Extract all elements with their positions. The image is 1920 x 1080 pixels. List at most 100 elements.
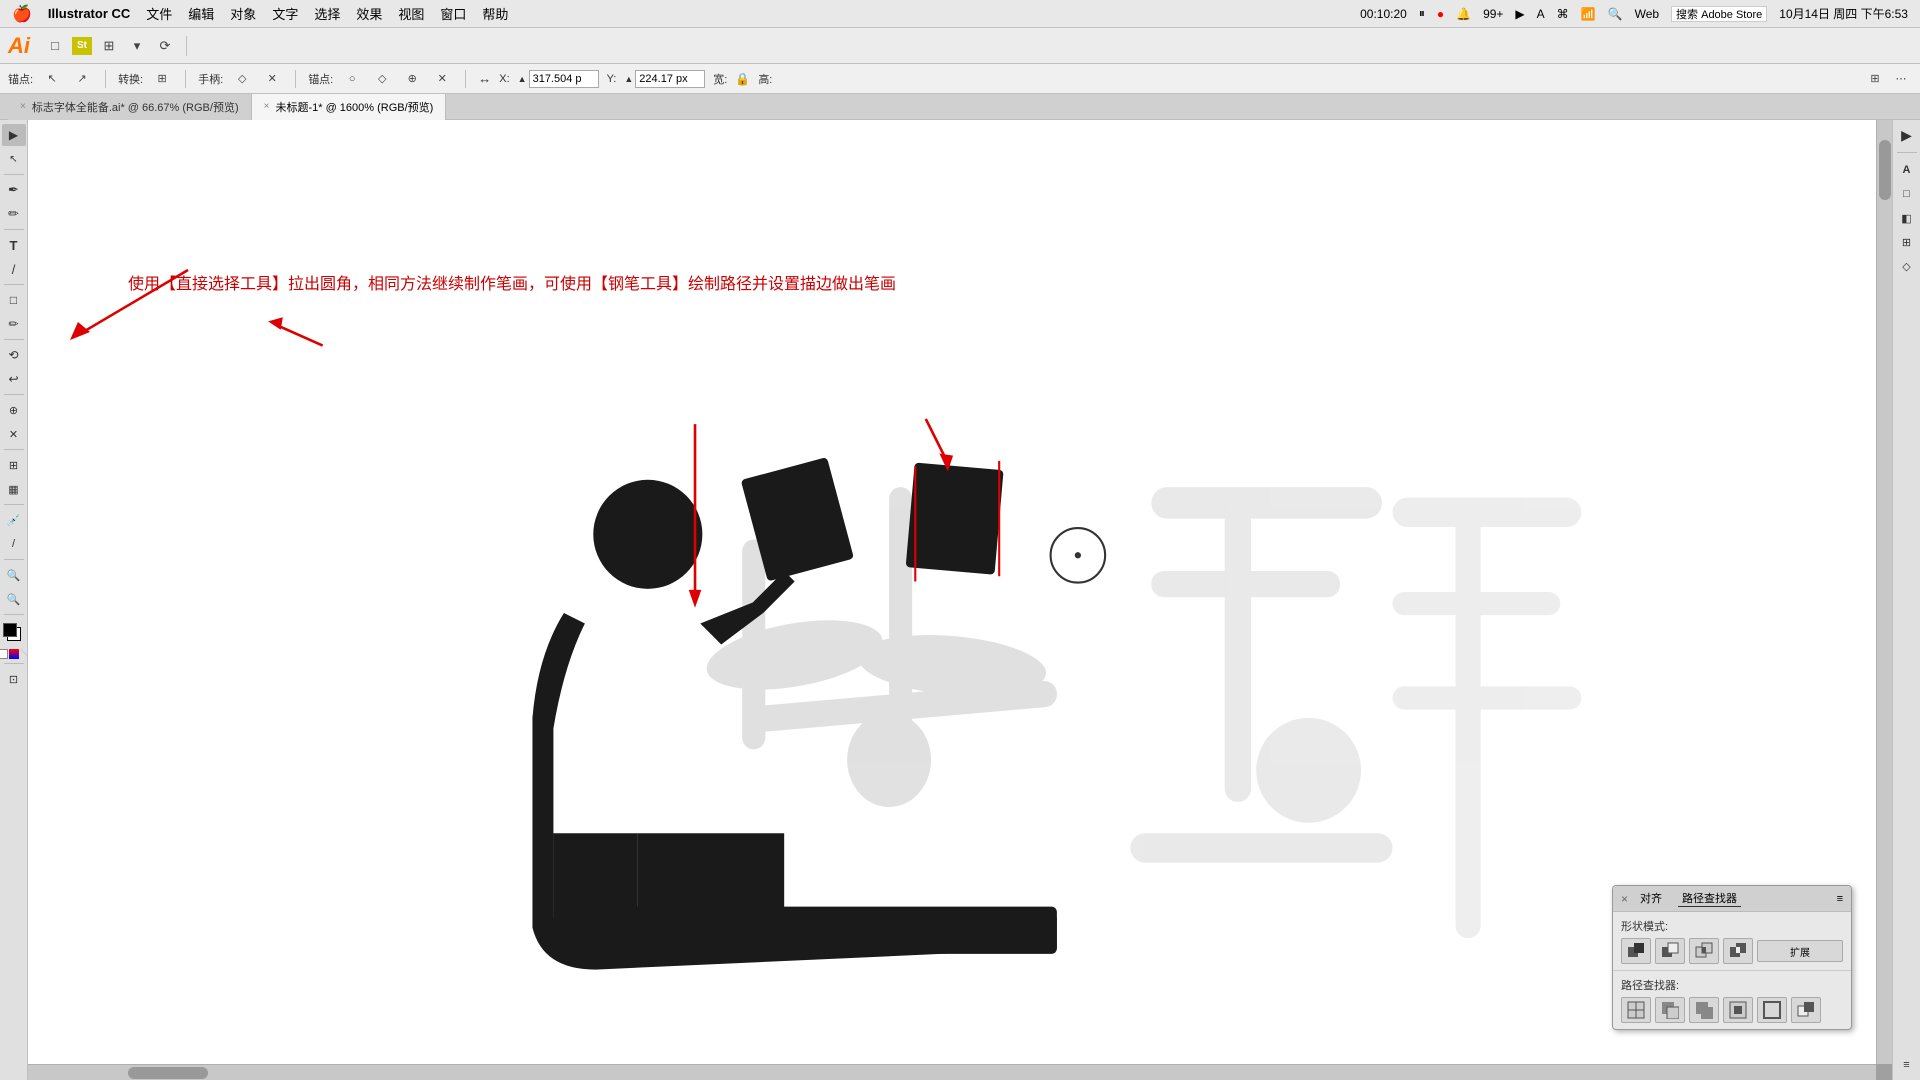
divide-btn[interactable]	[1621, 997, 1651, 1023]
x-up-arrow[interactable]: ▲	[518, 74, 527, 84]
tool-free-transform[interactable]: ✕	[2, 423, 26, 445]
menu-edit[interactable]: 编辑	[188, 4, 214, 23]
panel-tab-align[interactable]: 对齐	[1636, 890, 1666, 907]
right-panel-icon-3[interactable]: ⊞	[1895, 231, 1919, 253]
tool-pencil[interactable]: ✏	[2, 313, 26, 335]
y-field: ▲	[624, 70, 705, 88]
anchor-icon-2[interactable]: ↗	[71, 68, 93, 90]
fill-stroke-swatches[interactable]	[3, 623, 25, 645]
right-panel-a[interactable]: A	[1895, 159, 1919, 181]
no-fill-icon[interactable]	[0, 649, 8, 659]
point-icon-4[interactable]: ✕	[431, 68, 453, 90]
panel-tab-pathfinder[interactable]: 路径查找器	[1678, 890, 1741, 907]
menu-file[interactable]: 文件	[146, 4, 172, 23]
shape-mode-buttons: 扩展	[1621, 938, 1843, 964]
panel-close-btn[interactable]: ×	[1621, 892, 1628, 906]
tool-direct-select[interactable]: ↖	[2, 148, 26, 170]
tab-2[interactable]: × 未标题-1* @ 1600% (RGB/预览)	[252, 94, 447, 120]
opt-sep-2	[185, 70, 186, 88]
handle-icon-1[interactable]: ◇	[231, 68, 253, 90]
right-panel-collapse[interactable]: ▶	[1895, 124, 1919, 146]
tool-chart[interactable]: ▦	[2, 478, 26, 500]
tool-zoom[interactable]: 🔍	[2, 564, 26, 586]
menu-select[interactable]: 选择	[314, 4, 340, 23]
tool-line[interactable]: /	[2, 258, 26, 280]
tool-pen-alt[interactable]: ✏	[2, 203, 26, 225]
tool-measure[interactable]: /	[2, 533, 26, 555]
tool-rotate[interactable]: ⟲	[2, 344, 26, 366]
x-field: ▲	[518, 70, 599, 88]
align-options-icon[interactable]: ⊞	[1864, 68, 1886, 90]
menu-object[interactable]: 对象	[230, 4, 256, 23]
gradient-icon[interactable]	[9, 649, 19, 659]
intersect-btn[interactable]	[1689, 938, 1719, 964]
exclude-btn[interactable]	[1723, 938, 1753, 964]
minus-front-btn[interactable]	[1655, 938, 1685, 964]
type-indicator: A	[1537, 7, 1545, 21]
x-input[interactable]	[529, 70, 599, 88]
web-label[interactable]: Web	[1635, 7, 1659, 21]
minus-back-btn[interactable]	[1791, 997, 1821, 1023]
transform-icon[interactable]: ⊞	[151, 68, 173, 90]
y-input[interactable]	[635, 70, 705, 88]
search-input-menubar[interactable]: 搜索 Adobe Store	[1671, 6, 1767, 22]
scrollbar-vertical[interactable]	[1876, 120, 1892, 1064]
panel-menu-btn[interactable]: ≡	[1837, 893, 1843, 905]
scrollbar-horizontal[interactable]	[28, 1064, 1876, 1080]
tool-rect[interactable]: □	[2, 289, 26, 311]
merge-btn[interactable]	[1689, 997, 1719, 1023]
ai-logo: Ai	[8, 33, 30, 59]
fill-swatch[interactable]	[3, 623, 17, 637]
menu-view[interactable]: 视图	[398, 4, 424, 23]
pattern-icon[interactable]	[20, 649, 29, 659]
tab-1-close[interactable]: ×	[20, 101, 26, 112]
tool-artboard[interactable]: ⊡	[2, 668, 26, 690]
tool-type[interactable]: T	[2, 234, 26, 256]
tool-mirror[interactable]: ↩	[2, 368, 26, 390]
right-panel-icon-1[interactable]: □	[1895, 183, 1919, 205]
menu-effect[interactable]: 效果	[356, 4, 382, 23]
transform-label: 转换:	[118, 71, 143, 87]
right-panel-icon-4[interactable]: ◇	[1895, 255, 1919, 277]
menu-type[interactable]: 文字	[272, 4, 298, 23]
unite-btn[interactable]	[1621, 938, 1651, 964]
tool-zoom-alt[interactable]: 🔍	[2, 588, 26, 610]
bridge-icon[interactable]: St	[72, 37, 92, 55]
menu-window[interactable]: 窗口	[440, 4, 466, 23]
tab-1[interactable]: × 标志字体全能备.ai* @ 66.67% (RGB/预览)	[8, 94, 252, 120]
handle-icon-2[interactable]: ✕	[261, 68, 283, 90]
anchor-icon-1[interactable]: ↖	[41, 68, 63, 90]
scroll-thumb-horizontal[interactable]	[128, 1067, 208, 1079]
expand-btn[interactable]: 扩展	[1757, 940, 1843, 962]
point-icon-2[interactable]: ◇	[371, 68, 393, 90]
more-options-icon[interactable]: ⋯	[1890, 68, 1912, 90]
tool-eyedropper[interactable]: 💉	[2, 509, 26, 531]
tool-symbol[interactable]: ⊞	[2, 454, 26, 476]
app-name[interactable]: Illustrator CC	[48, 6, 130, 21]
y-up-arrow[interactable]: ▲	[624, 74, 633, 84]
tool-sep-7	[4, 504, 24, 505]
tool-warp[interactable]: ⊕	[2, 399, 26, 421]
tool-select[interactable]: ▶	[2, 124, 26, 146]
scroll-thumb-vertical[interactable]	[1879, 140, 1891, 200]
canvas-area[interactable]: 使用【直接选择工具】拉出圆角，相同方法继续制作笔画，可使用【钢笔工具】绘制路径并…	[28, 120, 1892, 1080]
trim-btn[interactable]	[1655, 997, 1685, 1023]
right-panel-icon-2[interactable]: ◧	[1895, 207, 1919, 229]
tool-pen[interactable]: ✒	[2, 179, 26, 201]
apple-menu[interactable]: 🍎	[12, 4, 32, 24]
tool-sep-6	[4, 449, 24, 450]
canvas-surface: 使用【直接选择工具】拉出圆角，相同方法继续制作笔画，可使用【钢笔工具】绘制路径并…	[28, 120, 1876, 1064]
tool-sep-3	[4, 284, 24, 285]
search-icon[interactable]: 🔍	[1608, 7, 1623, 21]
crop-btn[interactable]	[1723, 997, 1753, 1023]
point-icon-1[interactable]: ○	[341, 68, 363, 90]
new-doc-icon[interactable]: □	[44, 35, 66, 57]
rotate-icon[interactable]: ⟳	[154, 35, 176, 57]
tab-2-close[interactable]: ×	[264, 101, 270, 112]
view-dropdown[interactable]: ▾	[126, 35, 148, 57]
menu-help[interactable]: 帮助	[482, 4, 508, 23]
view-icon[interactable]: ⊞	[98, 35, 120, 57]
right-panel-icon-5[interactable]: ≡	[1895, 1054, 1919, 1076]
point-icon-3[interactable]: ⊕	[401, 68, 423, 90]
outline-btn[interactable]	[1757, 997, 1787, 1023]
